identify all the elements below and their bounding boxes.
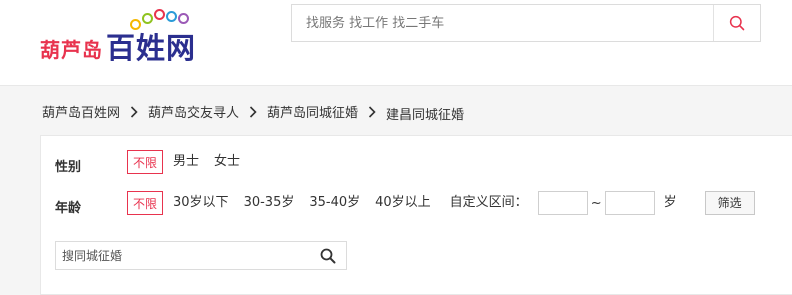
logo-city: 葫芦岛: [40, 38, 103, 62]
sub-search: [55, 241, 347, 270]
chevron-right-icon: [368, 105, 376, 122]
age-option-under-30[interactable]: 30岁以下: [168, 191, 234, 215]
age-options: 不限 30岁以下 30-35岁 35-40岁 40岁以上 自定义区间： ~ 岁 筛选: [127, 191, 755, 215]
header-search: [291, 4, 761, 42]
header-search-input[interactable]: [292, 5, 716, 41]
age-option-any[interactable]: 不限: [127, 191, 164, 215]
breadcrumb: 葫芦岛百姓网 葫芦岛交友寻人 葫芦岛同城征婚 建昌同城征婚: [42, 102, 465, 123]
age-option-30-35[interactable]: 30-35岁: [239, 191, 300, 215]
filter-button[interactable]: 筛选: [704, 191, 755, 215]
age-unit: 岁: [663, 195, 677, 210]
logo-dot: [154, 9, 165, 20]
logo-dot: [178, 13, 189, 24]
age-label: 年龄: [55, 201, 82, 216]
logo-brand: 百姓网: [106, 31, 197, 65]
age-min-input[interactable]: [537, 191, 588, 215]
gender-label: 性别: [55, 160, 82, 175]
header-search-button[interactable]: [713, 5, 760, 41]
age-option-over-40[interactable]: 40岁以上: [370, 191, 436, 215]
site-logo[interactable]: 葫芦岛 百姓网: [40, 6, 210, 65]
breadcrumb-item[interactable]: 葫芦岛同城征婚: [267, 106, 358, 121]
sub-search-input[interactable]: [56, 242, 306, 269]
chevron-right-icon: [249, 105, 257, 122]
gender-option-any[interactable]: 不限: [127, 150, 164, 174]
site-header: 葫芦岛 百姓网: [0, 0, 792, 86]
logo-dot: [142, 13, 153, 24]
age-option-35-40[interactable]: 35-40岁: [304, 191, 365, 215]
logo-dot: [166, 11, 177, 22]
search-icon: [729, 15, 745, 31]
age-max-input[interactable]: [604, 191, 655, 215]
custom-range-label: 自定义区间：: [449, 195, 528, 210]
breadcrumb-item[interactable]: 葫芦岛交友寻人: [148, 106, 239, 121]
gender-option-male[interactable]: 男士: [168, 150, 204, 174]
gender-options: 不限 男士 女士: [127, 150, 250, 174]
filter-panel: 性别 不限 男士 女士 年龄 不限 30岁以下 30-35岁 35-40岁 40岁以上 自定义…: [40, 135, 792, 295]
search-icon: [320, 248, 336, 264]
chevron-right-icon: [130, 105, 138, 122]
sub-search-button[interactable]: [320, 248, 336, 268]
gender-option-female[interactable]: 女士: [209, 150, 245, 174]
range-separator: ~: [590, 195, 602, 211]
breadcrumb-item[interactable]: 葫芦岛百姓网: [42, 106, 120, 121]
breadcrumb-current: 建昌同城征婚: [386, 108, 465, 123]
